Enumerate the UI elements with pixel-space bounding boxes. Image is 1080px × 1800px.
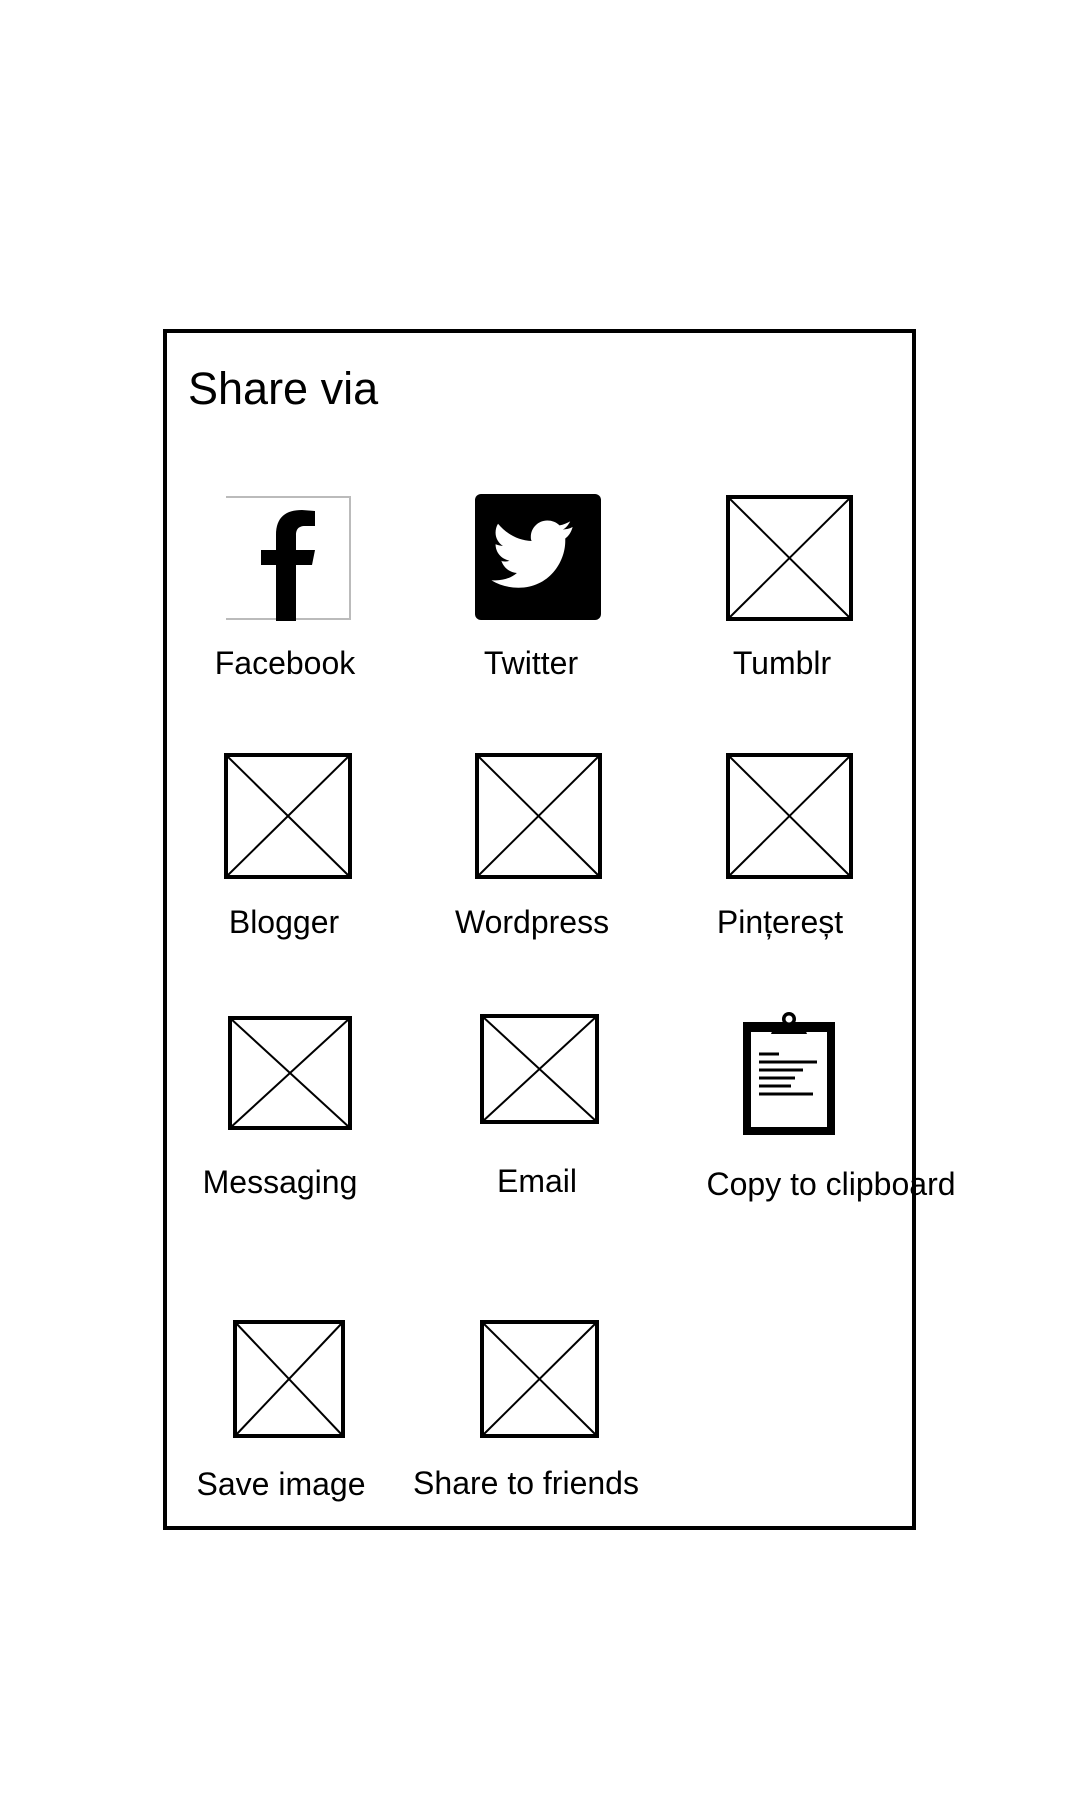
dialog-title: Share via: [188, 363, 379, 414]
save-image-label: Save image: [196, 1466, 366, 1502]
twitter-icon: [475, 494, 601, 620]
clipboard-icon: [741, 1010, 837, 1137]
image-placeholder-icon: [475, 753, 602, 879]
image-placeholder-icon: [228, 1016, 352, 1130]
twitter-label: Twitter: [483, 645, 579, 681]
image-placeholder-icon: [726, 753, 853, 879]
image-placeholder-icon: [480, 1014, 599, 1124]
share-to-friends-label: Share to friends: [413, 1465, 639, 1501]
facebook-icon: [226, 495, 352, 621]
image-placeholder-icon: [480, 1320, 599, 1438]
messaging-label: Messaging: [202, 1164, 358, 1200]
image-placeholder-icon: [224, 753, 352, 879]
copy-to-clipboard-label: Copy to clipboard: [706, 1166, 956, 1202]
tumblr-label: Tumblr: [732, 645, 832, 681]
pinterest-label: Pințereșt: [716, 904, 844, 940]
image-placeholder-icon: [726, 495, 853, 621]
wordpress-label: Wordpress: [454, 904, 610, 940]
facebook-label: Facebook: [214, 645, 356, 681]
blogger-label: Blogger: [228, 904, 340, 940]
image-placeholder-icon: [233, 1320, 345, 1438]
email-label: Email: [496, 1163, 578, 1199]
